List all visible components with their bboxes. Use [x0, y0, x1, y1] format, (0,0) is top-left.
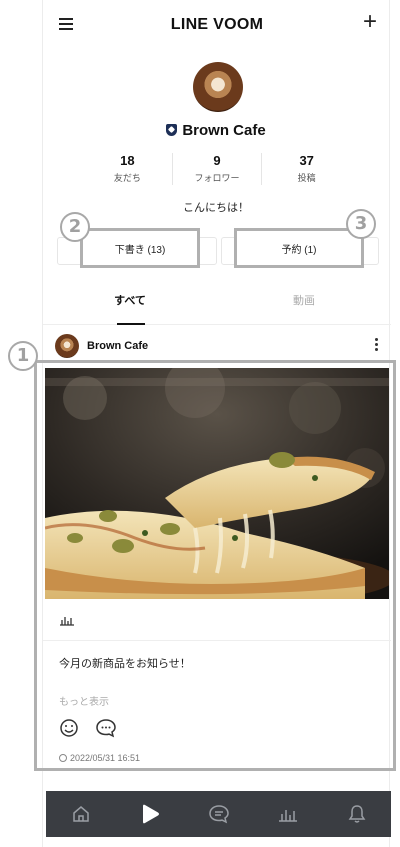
- stat-followers[interactable]: 9 フォロワー: [173, 153, 263, 185]
- voom-play-icon[interactable]: [115, 791, 184, 837]
- profile-avatar[interactable]: [193, 62, 243, 112]
- chat-icon[interactable]: [184, 791, 253, 837]
- post-author-avatar[interactable]: [55, 334, 79, 358]
- plus-icon[interactable]: +: [363, 10, 377, 34]
- notification-bell-icon[interactable]: [322, 791, 391, 837]
- shield-icon: [166, 124, 178, 136]
- annotation-number-1: 1: [8, 341, 38, 371]
- bottom-nav-bar: [46, 791, 391, 837]
- profile-greeting: こんにちは！: [183, 202, 249, 214]
- tab-all[interactable]: すべて: [43, 292, 217, 308]
- app-header: LINE VOOM +: [43, 6, 391, 46]
- stat-label: フォロワー: [194, 173, 240, 183]
- home-icon[interactable]: [46, 791, 115, 837]
- profile-name-row: Brown Cafe: [43, 122, 389, 139]
- stat-value: 9: [213, 153, 221, 168]
- stat-posts[interactable]: 37 投稿: [262, 153, 351, 185]
- stat-label: 投稿: [297, 173, 316, 183]
- stat-label: 友だち: [113, 173, 141, 183]
- annotation-number-2: 2: [60, 212, 90, 242]
- scheduled-button[interactable]: 予約 (1): [234, 228, 364, 268]
- post-header: Brown Cafe: [43, 333, 391, 361]
- post-author-name[interactable]: Brown Cafe: [87, 340, 148, 352]
- active-tab-indicator: [117, 323, 145, 325]
- profile-stats: 18 友だち 9 フォロワー 37 投稿: [83, 153, 351, 185]
- app-title: LINE VOOM: [170, 16, 264, 33]
- annotation-box-post: [34, 360, 396, 771]
- content-tabs: すべて 動画: [43, 292, 391, 325]
- annotation-number-3: 3: [346, 209, 376, 239]
- stat-friends[interactable]: 18 友だち: [83, 153, 173, 185]
- drafts-button[interactable]: 下書き (13): [80, 228, 200, 268]
- more-options-icon[interactable]: [375, 338, 379, 352]
- insights-icon[interactable]: [253, 791, 322, 837]
- tab-video[interactable]: 動画: [217, 292, 391, 308]
- stat-value: 18: [120, 153, 135, 168]
- profile-name: Brown Cafe: [182, 122, 266, 139]
- stat-value: 37: [299, 153, 314, 168]
